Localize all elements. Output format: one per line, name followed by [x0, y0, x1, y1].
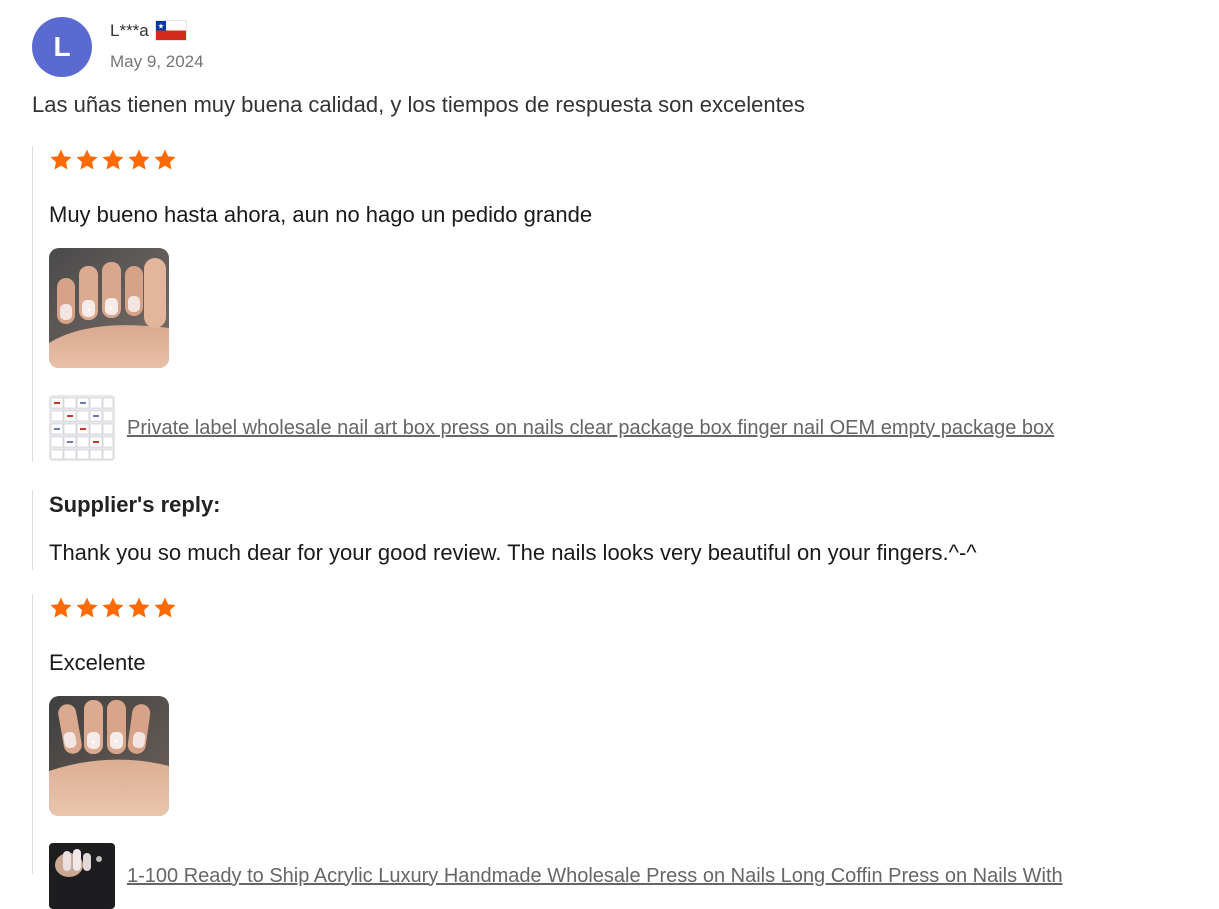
review-headline: Las uñas tienen muy buena calidad, y los…: [32, 92, 805, 117]
product-link[interactable]: Private label wholesale nail art box pre…: [127, 417, 1054, 440]
supplier-reply-text: Thank you so much dear for your good rev…: [49, 540, 977, 565]
star-rating: [49, 148, 1054, 172]
star-icon: [154, 597, 176, 618]
supplier-reply: Supplier's reply: Thank you so much dear…: [32, 490, 977, 570]
star-icon: [50, 149, 72, 170]
star-icon: [76, 597, 98, 618]
review-entry: Excelente 1-100 Ready to Ship Acrylic Lu…: [32, 594, 1063, 909]
product-row: Private label wholesale nail art box pre…: [49, 395, 1054, 461]
review-photo[interactable]: [49, 696, 169, 816]
star-icon: [102, 597, 124, 618]
star-icon: [102, 149, 124, 170]
review-photo[interactable]: [49, 248, 169, 368]
product-thumbnail[interactable]: [49, 843, 115, 909]
avatar-initial: L: [53, 31, 71, 62]
review-date: May 9, 2024: [110, 52, 204, 71]
star-rating: [49, 596, 1063, 620]
star-icon: [50, 597, 72, 618]
star-icon: [128, 597, 150, 618]
chile-flag-icon: [154, 20, 187, 41]
star-icon: [154, 149, 176, 170]
star-icon: [128, 149, 150, 170]
supplier-reply-heading: Supplier's reply:: [49, 492, 221, 517]
review-text: Excelente: [49, 650, 146, 675]
star-icon: [76, 149, 98, 170]
review-entry: Muy bueno hasta ahora, aun no hago un pe…: [32, 146, 1054, 462]
avatar: L: [32, 17, 92, 77]
review-text: Muy bueno hasta ahora, aun no hago un pe…: [49, 202, 593, 227]
reviewer-name: L***a: [110, 20, 149, 40]
product-thumbnail[interactable]: [49, 395, 115, 461]
product-row: 1-100 Ready to Ship Acrylic Luxury Handm…: [49, 843, 1063, 909]
reviewer-info: L***a: [110, 20, 187, 41]
product-link[interactable]: 1-100 Ready to Ship Acrylic Luxury Handm…: [127, 865, 1063, 888]
